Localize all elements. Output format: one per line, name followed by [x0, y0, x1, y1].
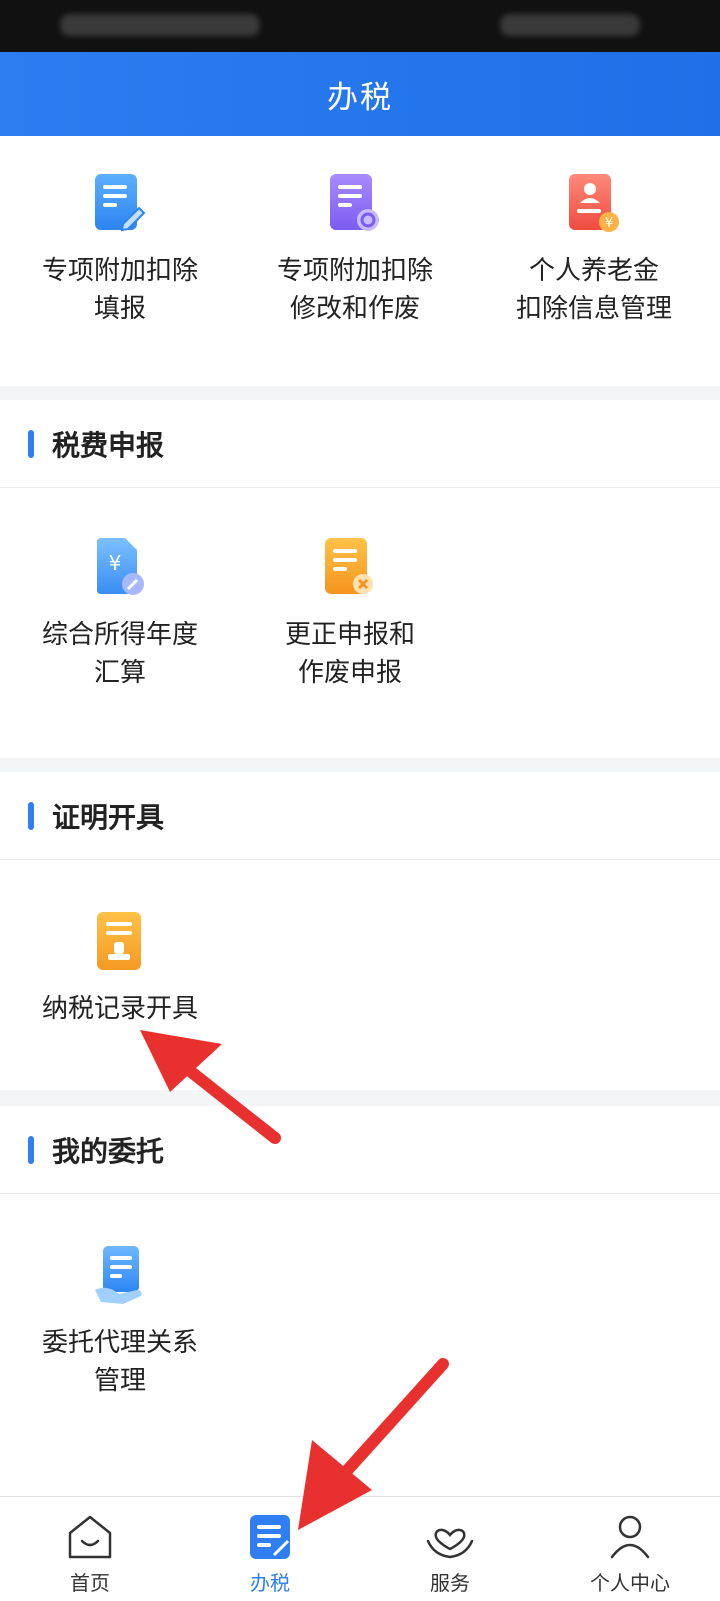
- doc-cancel-icon: [325, 538, 373, 594]
- tab-service[interactable]: 服务: [360, 1497, 540, 1601]
- item-label-2: 作废申报: [297, 658, 402, 688]
- item-label: 专项附加扣除: [41, 256, 198, 286]
- user-icon: [610, 1515, 650, 1559]
- tax-doc-icon: [250, 1515, 290, 1559]
- section-my-delegation: 我的委托 委托代理关系 管理: [0, 1106, 720, 1496]
- status-time-blur: [500, 14, 640, 36]
- tab-tax[interactable]: 办税: [180, 1497, 360, 1601]
- svg-text:¥: ¥: [109, 551, 122, 575]
- hand-doc-icon: [95, 1246, 142, 1304]
- item-label-2: 管理: [93, 1366, 146, 1396]
- item-label: 专项附加扣除: [276, 256, 433, 286]
- section-header: 我的委托: [0, 1106, 720, 1194]
- status-carrier-blur: [60, 14, 260, 36]
- section-header: 证明开具: [0, 772, 720, 860]
- certificate-stamp-icon: [97, 912, 141, 970]
- home-icon: [68, 1515, 112, 1559]
- section-accent-bar: [28, 1135, 34, 1164]
- section-title: 证明开具: [52, 800, 165, 834]
- item-pension[interactable]: ¥ 个人养老金 扣除信息管理: [474, 172, 714, 328]
- item-label: 综合所得年度: [41, 620, 198, 650]
- section-accent-bar: [28, 801, 34, 830]
- item-deduction-modify[interactable]: 专项附加扣除 修改和作废: [235, 172, 475, 328]
- section-certificates: 证明开具 纳税记录开具: [0, 772, 720, 1090]
- item-label: 更正申报和: [284, 620, 415, 650]
- section-title: 我的委托: [52, 1134, 165, 1168]
- tab-label: 服务: [430, 1571, 470, 1595]
- page-title: 办税: [327, 79, 393, 116]
- pension-card-icon: ¥: [569, 174, 619, 232]
- item-annual-settlement[interactable]: ¥ 综合所得年度 汇算: [0, 536, 240, 692]
- page-header: 办税: [0, 52, 720, 136]
- item-label: 委托代理关系: [41, 1328, 198, 1358]
- heart-hands-icon: [426, 1528, 474, 1559]
- item-label: 个人养老金: [528, 256, 659, 286]
- section-accent-bar: [28, 429, 34, 458]
- item-label: 纳税记录开具: [41, 994, 198, 1024]
- section-title: 税费申报: [52, 428, 165, 462]
- item-delegation-manage[interactable]: 委托代理关系 管理: [0, 1244, 240, 1400]
- tab-home[interactable]: 首页: [0, 1497, 180, 1601]
- item-deduction-fill[interactable]: 专项附加扣除 填报: [0, 172, 240, 328]
- tab-profile[interactable]: 个人中心: [540, 1497, 720, 1601]
- item-tax-record[interactable]: 纳税记录开具: [0, 910, 240, 1028]
- item-label-2: 填报: [93, 294, 146, 324]
- tab-label: 首页: [70, 1571, 110, 1595]
- item-label-2: 汇算: [93, 658, 146, 688]
- item-correct-filing[interactable]: 更正申报和 作废申报: [230, 536, 470, 692]
- section-tax-filing: 税费申报 ¥ 综合所得年度 汇算 更正申报和 作废申报: [0, 400, 720, 758]
- item-label-2: 扣除信息管理: [515, 294, 672, 324]
- tab-label: 办税: [250, 1571, 290, 1595]
- doc-edit-icon: [95, 174, 146, 232]
- tab-label: 个人中心: [590, 1571, 670, 1595]
- status-bar: [0, 0, 720, 52]
- bottom-tab-bar: 首页 办税 服务 个人中心: [0, 1496, 720, 1601]
- svg-text:¥: ¥: [605, 216, 613, 231]
- yuan-doc-icon: ¥: [97, 538, 144, 595]
- quick-actions-section: 专项附加扣除 填报 专项附加扣除 修改和作废 ¥ 个人养老金 扣除信息管理: [0, 136, 720, 386]
- item-label-2: 修改和作废: [289, 294, 420, 324]
- doc-settings-icon: [330, 174, 379, 231]
- section-header: 税费申报: [0, 400, 720, 488]
